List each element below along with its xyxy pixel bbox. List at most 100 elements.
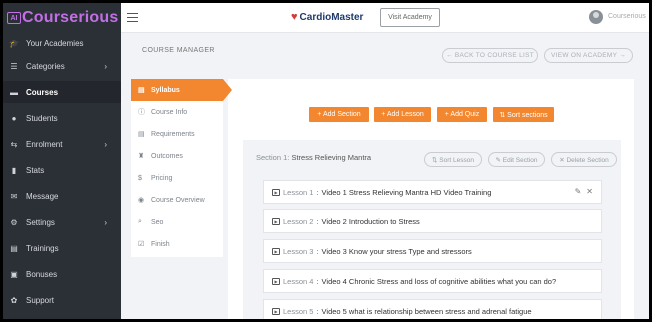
video-icon: ▶ <box>272 217 280 225</box>
lesson-row[interactable]: ▶ Lesson 4: Video 4 Chronic Stress and l… <box>263 269 602 293</box>
lesson-row[interactable]: ▶ Lesson 5: Video 5 what is relationship… <box>263 299 602 319</box>
tab-label: Course Info <box>151 108 188 116</box>
book-icon: ▬ <box>10 87 18 97</box>
back-to-course-list-button[interactable]: ← BACK TO COURSE LIST <box>442 48 538 63</box>
sidebar-item-your-academies[interactable]: 🎓 Your Academies <box>3 32 121 54</box>
lesson-row[interactable]: ▶ Lesson 2: Video 2 Introduction to Stre… <box>263 209 602 233</box>
sidebar-item-stats[interactable]: ▮ Stats <box>3 159 121 181</box>
lesson-title: Video 2 Introduction to Stress <box>321 216 420 226</box>
active-tab-arrow <box>223 79 232 101</box>
sort-lesson-button[interactable]: ⇅ Sort Lesson <box>424 152 482 167</box>
sidebar-item-students[interactable]: ● Students <box>3 107 121 129</box>
bonus-icon: ▣ <box>10 269 18 279</box>
tab-course-info[interactable]: ⓘ Course Info <box>131 101 223 123</box>
user-name[interactable]: Courserious <box>608 13 646 20</box>
tab-outcomes[interactable]: ♜ Outcomes <box>131 145 223 167</box>
logo-text: Courserious <box>22 9 119 26</box>
search-icon: ⌕ <box>138 218 142 225</box>
video-icon: ▶ <box>272 188 280 196</box>
heart-icon: ♥ <box>291 11 298 23</box>
sidebar-item-support[interactable]: ✿ Support <box>3 289 121 311</box>
sidebar-item-label: Stats <box>26 165 45 175</box>
tab-seo[interactable]: ⌕ Seo <box>131 211 223 233</box>
enrol-icon: ⇆ <box>10 139 18 149</box>
support-icon: ✿ <box>10 295 18 305</box>
add-section-button[interactable]: + Add Section <box>309 107 369 122</box>
sidebar-item-label: Settings <box>26 217 55 227</box>
lesson-title: Video 5 what is relationship between str… <box>321 306 532 316</box>
video-icon: ▶ <box>272 307 280 315</box>
section-title: Section 1: Stress Relieving Mantra <box>256 153 372 162</box>
hamburger-menu-icon[interactable] <box>127 13 138 22</box>
visit-academy-button[interactable]: Visit Academy <box>380 8 440 27</box>
sidebar-item-label: Trainings <box>26 243 59 253</box>
lesson-title: Video 1 Stress Relieving Mantra HD Video… <box>321 187 492 197</box>
dollar-icon: $ <box>138 174 142 182</box>
tab-requirements[interactable]: ▤ Requirements <box>131 123 223 145</box>
chevron-right-icon: › <box>104 61 107 71</box>
tab-label: Course Overview <box>151 196 205 204</box>
tab-syllabus[interactable]: ▤ Syllabus <box>131 79 223 101</box>
sidebar-item-label: Courses <box>26 87 59 97</box>
lesson-title: Video 4 Chronic Stress and loss of cogni… <box>321 276 557 286</box>
logo-badge-icon: AI <box>7 12 21 24</box>
brand-name: CardioMaster <box>299 11 364 23</box>
page-title: COURSE MANAGER <box>142 47 215 54</box>
tab-course-overview[interactable]: ◉ Course Overview <box>131 189 223 211</box>
sidebar-item-label: Students <box>26 113 58 123</box>
lesson-row[interactable]: ▶ Lesson 1: Video 1 Stress Relieving Man… <box>263 180 602 204</box>
avatar[interactable] <box>589 10 603 24</box>
clipboard-icon: ▤ <box>138 131 145 138</box>
academy-brand: ♥ CardioMaster <box>291 11 363 23</box>
tab-label: Requirements <box>151 130 195 138</box>
tab-label: Syllabus <box>151 86 180 94</box>
pencil-icon[interactable]: ✎ <box>575 187 582 196</box>
tab-finish[interactable]: ☑ Finish <box>131 233 223 255</box>
course-manager-tabs: ▤ Syllabus ⓘ Course Info ▤ Requirements … <box>131 79 223 257</box>
user-icon: ● <box>11 113 17 123</box>
lesson-row[interactable]: ▶ Lesson 3: Video 3 Know your stress Typ… <box>263 239 602 263</box>
info-icon: ⓘ <box>138 109 145 116</box>
sidebar-item-courses[interactable]: ▬ Courses <box>3 81 121 103</box>
chart-icon: ▮ <box>11 165 17 175</box>
sidebar-item-trainings[interactable]: ▤ Trainings <box>3 237 121 259</box>
chevron-right-icon: › <box>104 217 107 227</box>
sidebar-item-bonuses[interactable]: ▣ Bonuses <box>3 263 121 285</box>
app-window: AI Courserious 🎓 Your Academies ☰ Catego… <box>3 3 649 319</box>
logo[interactable]: AI Courserious <box>3 3 121 33</box>
tab-label: Seo <box>151 218 164 226</box>
sidebar-item-enrolment[interactable]: ⇆ Enrolment › <box>3 133 121 155</box>
sidebar: AI Courserious 🎓 Your Academies ☰ Catego… <box>3 3 121 319</box>
sidebar-item-settings[interactable]: ⚙ Settings › <box>3 211 121 233</box>
tab-label: Finish <box>151 240 170 248</box>
add-quiz-button[interactable]: + Add Quiz <box>437 107 487 122</box>
list-icon: ☰ <box>10 61 18 71</box>
tab-pricing[interactable]: $ Pricing <box>131 167 223 189</box>
chat-icon: ✉ <box>10 191 18 201</box>
sort-sections-button[interactable]: ⇅ Sort sections <box>493 107 554 122</box>
list-icon: ▤ <box>138 87 145 94</box>
sidebar-item-label: Bonuses <box>26 269 58 279</box>
delete-section-button[interactable]: ✕ Delete Section <box>551 152 617 167</box>
training-icon: ▤ <box>10 243 18 253</box>
section-card: Section 1: Stress Relieving Mantra ⇅ Sor… <box>243 140 621 319</box>
sidebar-item-message[interactable]: ✉ Message <box>3 185 121 207</box>
sidebar-item-categories[interactable]: ☰ Categories › <box>3 55 121 77</box>
sidebar-item-label: Support <box>26 295 55 305</box>
overview-icon: ◉ <box>138 197 145 204</box>
tab-label: Pricing <box>151 174 173 182</box>
outcome-icon: ♜ <box>138 153 145 160</box>
video-icon: ▶ <box>272 247 280 255</box>
graduation-cap-icon: 🎓 <box>9 38 19 48</box>
top-bar: ♥ CardioMaster Visit Academy Courserious <box>121 3 649 33</box>
check-icon: ☑ <box>138 241 145 248</box>
add-lesson-button[interactable]: + Add Lesson <box>374 107 431 122</box>
edit-section-button[interactable]: ✎ Edit Section <box>488 152 545 167</box>
close-icon[interactable]: ✕ <box>586 187 593 196</box>
video-icon: ▶ <box>272 277 280 285</box>
sidebar-item-label: Your Academies <box>26 38 84 48</box>
sidebar-item-label: Categories <box>26 61 65 71</box>
chevron-right-icon: › <box>104 139 107 149</box>
view-on-academy-button[interactable]: VIEW ON ACADEMY → <box>544 48 633 63</box>
lesson-title: Video 3 Know your stress Type and stress… <box>321 246 472 256</box>
